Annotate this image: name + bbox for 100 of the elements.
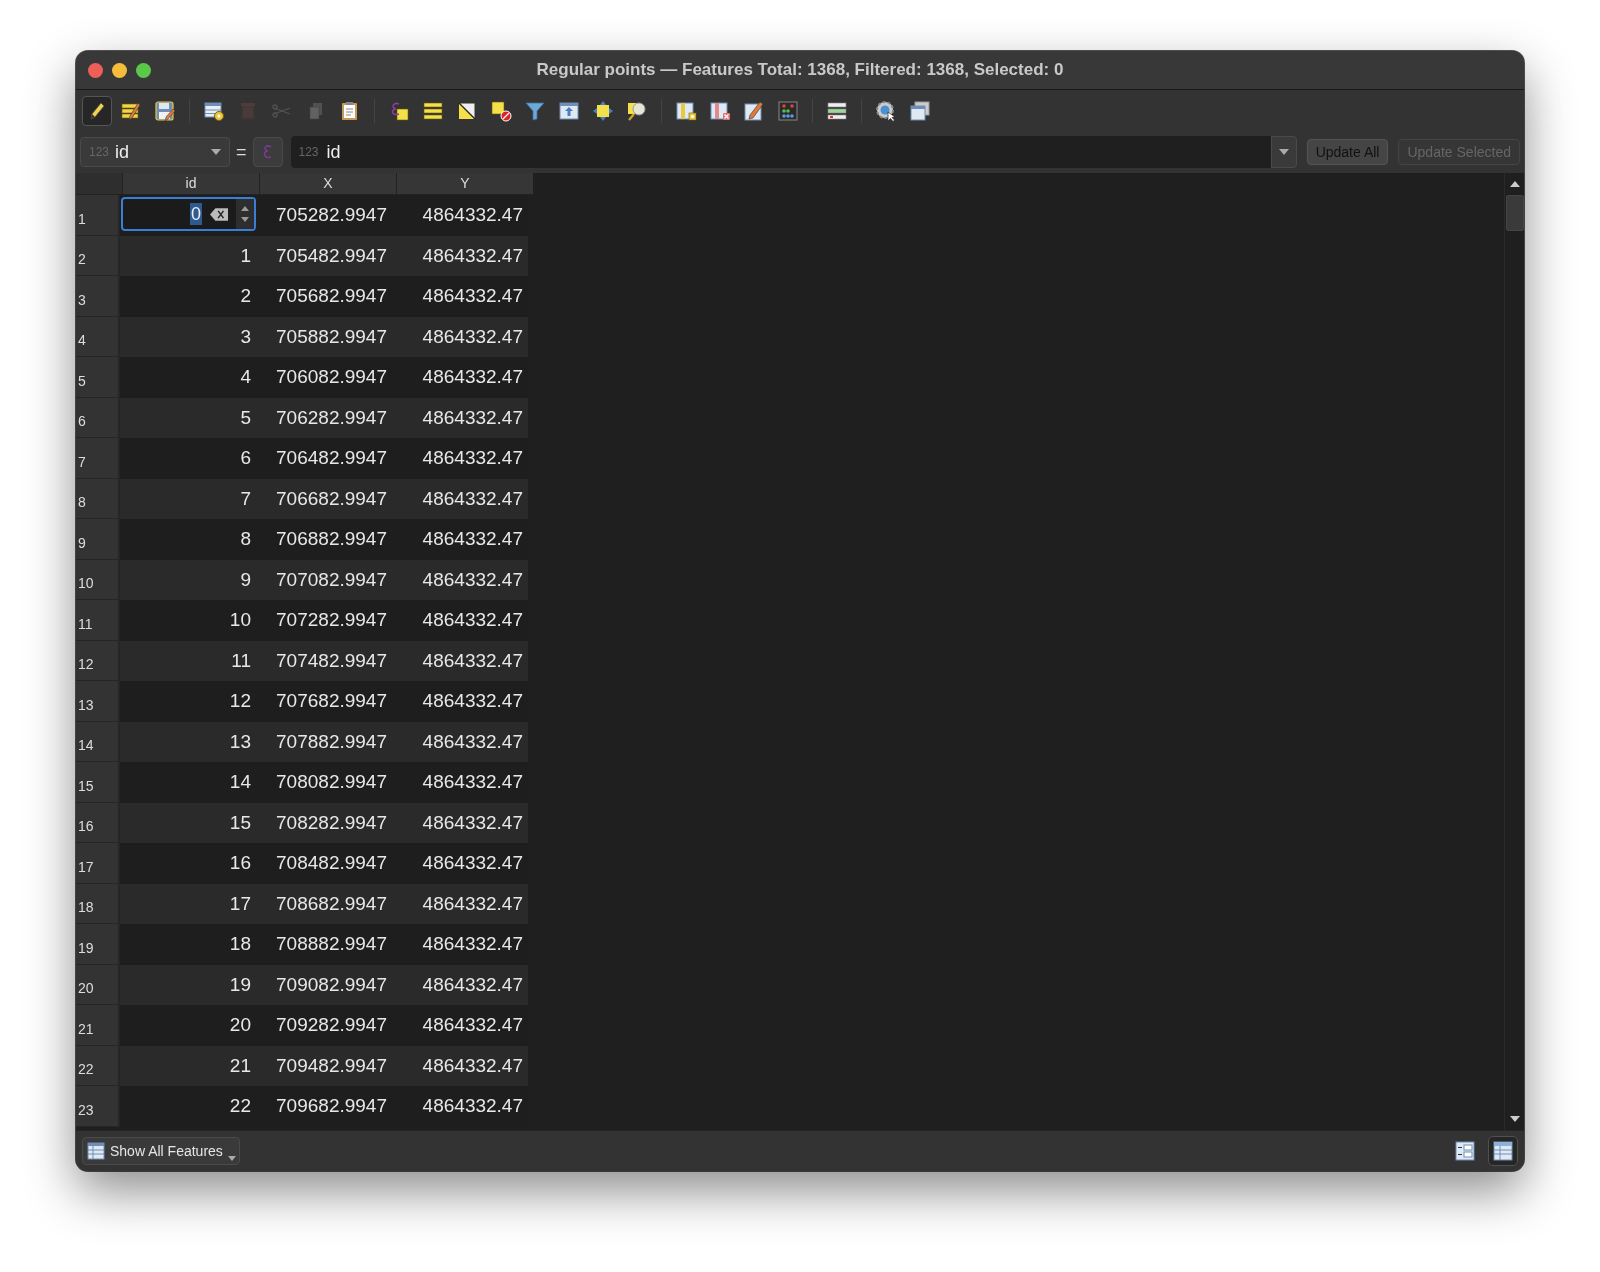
scrollbar[interactable] (1504, 173, 1524, 1130)
operator-label: = (236, 141, 247, 163)
table-cell-text: 8 (239, 527, 252, 551)
zoom-button[interactable] (136, 62, 151, 78)
row-header[interactable]: 4 (76, 316, 120, 357)
table-cell-text: 17 (228, 891, 252, 916)
table-cell-text: 15 (228, 810, 252, 835)
expression-type-label: 123 (298, 145, 319, 159)
table-cell-text: 706282.9947 (275, 405, 388, 430)
table-icon (87, 1142, 105, 1160)
editor-value: 0 (190, 203, 202, 225)
table-cell-text: 705882.9947 (275, 324, 388, 349)
table-view-icon (1493, 1141, 1513, 1161)
clear-icon[interactable] (210, 207, 228, 221)
sheet-pencil-icon (743, 99, 765, 122)
table-cell-text: 4864332.47 (421, 284, 524, 308)
table-cell-text: 708282.9947 (275, 810, 388, 835)
row-header[interactable]: 2 (76, 235, 120, 276)
caret-icon (1278, 149, 1289, 155)
dropdown-button[interactable] (1270, 136, 1297, 168)
table-cell-text: 2 (239, 284, 252, 308)
spin-buttons[interactable] (236, 199, 254, 229)
table-cell-text: 4864332.47 (421, 243, 524, 268)
toolbar-button[interactable] (82, 95, 112, 126)
close-button[interactable] (88, 62, 103, 78)
row-header[interactable]: 17 (76, 843, 120, 884)
save-icon (154, 99, 176, 122)
table-cell-text: 4864332.47 (421, 648, 524, 673)
table-cell-text: 5 (239, 405, 252, 430)
row-header[interactable]: 13 (76, 681, 120, 722)
table-cell-text: 705482.9947 (275, 243, 388, 268)
table-cell-text: 1 (239, 243, 252, 268)
expression-field[interactable]: 123 id (290, 136, 1271, 168)
magnifier-icon (626, 99, 648, 122)
expression-text: id (326, 141, 342, 163)
row-header[interactable]: 10 (76, 559, 120, 600)
table-cell-text: 4864332.47 (421, 446, 524, 470)
table-cell-text: 4864332.47 (421, 810, 524, 835)
row-header[interactable]: 6 (76, 397, 120, 438)
table-cell-text: 7 (239, 486, 252, 511)
row-header[interactable]: 16 (76, 802, 120, 843)
stacked-bars-icon (422, 99, 444, 122)
table-cell-text: 707082.9947 (275, 567, 388, 592)
column-header[interactable]: id (122, 173, 259, 194)
column-header[interactable]: X (259, 173, 396, 194)
table-cell-text: 10 (228, 608, 252, 632)
show-features-button[interactable]: Show All Features (82, 1137, 240, 1165)
table-cell-text: 4864332.47 (421, 486, 524, 511)
table-cell-text: 708082.9947 (275, 770, 388, 794)
row-header[interactable]: 23 (76, 1086, 120, 1127)
table-cell-text: 707282.9947 (275, 608, 388, 632)
table-cell-text: 4864332.47 (421, 770, 524, 794)
row-header[interactable]: 1 (76, 195, 120, 236)
row-header[interactable]: 20 (76, 964, 120, 1005)
row-header[interactable]: 5 (76, 357, 120, 398)
row-header[interactable]: 9 (76, 519, 120, 560)
table-cell-text: 21 (228, 1053, 252, 1078)
row-header[interactable]: 15 (76, 762, 120, 803)
table-cell-text: 709682.9947 (275, 1094, 388, 1118)
scroll-thumb[interactable] (1505, 195, 1524, 231)
field-name: id (115, 141, 131, 163)
row-header[interactable]: 19 (76, 924, 120, 965)
minimize-button[interactable] (112, 62, 127, 78)
table-cell-text: 19 (228, 972, 252, 997)
window-icon (909, 99, 931, 122)
row-header[interactable]: 18 (76, 883, 120, 924)
row-header[interactable]: 7 (76, 438, 120, 479)
dot-grid-icon (777, 99, 799, 122)
table-cell-text: 705682.9947 (275, 284, 388, 308)
row-header[interactable]: 14 (76, 721, 120, 762)
table-cell-text: 707882.9947 (275, 729, 388, 754)
window-title: Regular points — Features Total: 1368, Filtered: 1368, Selected: 0 (536, 60, 1064, 80)
table-cell-text: 706482.9947 (275, 446, 388, 470)
column-header[interactable]: Y (396, 173, 533, 194)
row-header[interactable]: 3 (76, 276, 120, 317)
table-cell-text: 9 (239, 567, 252, 592)
row-header[interactable]: 22 (76, 1045, 120, 1086)
form-view-icon (1455, 1141, 1475, 1161)
scroll-down-icon[interactable] (1509, 1116, 1520, 1122)
table-cell-text: 14 (228, 770, 252, 794)
table-cell-text: 708482.9947 (275, 851, 388, 875)
table-cell-text: 11 (230, 648, 252, 673)
table-gear-icon (203, 99, 225, 122)
table-view-button[interactable] (1488, 1136, 1518, 1166)
table-cell-text: 709482.9947 (275, 1053, 388, 1078)
row-header[interactable]: 21 (76, 1005, 120, 1046)
row-header[interactable]: 8 (76, 478, 120, 519)
table-cell-text: 707682.9947 (275, 689, 388, 713)
table-cell-text: 705282.9947 (275, 203, 388, 227)
table-cell-text: 22 (228, 1094, 252, 1118)
table-cell-text: 16 (228, 851, 252, 875)
table-cell-text: 4864332.47 (421, 891, 524, 916)
table-cell-text: 4864332.47 (421, 1053, 524, 1078)
scroll-up-icon[interactable] (1509, 181, 1520, 187)
row-header[interactable]: 11 (76, 600, 120, 641)
table-cell-text: 13 (228, 729, 252, 754)
number-editor[interactable]: 0 (121, 197, 256, 231)
table-cell-text: 20 (228, 1013, 252, 1037)
filter-icon (524, 99, 546, 122)
row-header[interactable]: 12 (76, 640, 120, 681)
